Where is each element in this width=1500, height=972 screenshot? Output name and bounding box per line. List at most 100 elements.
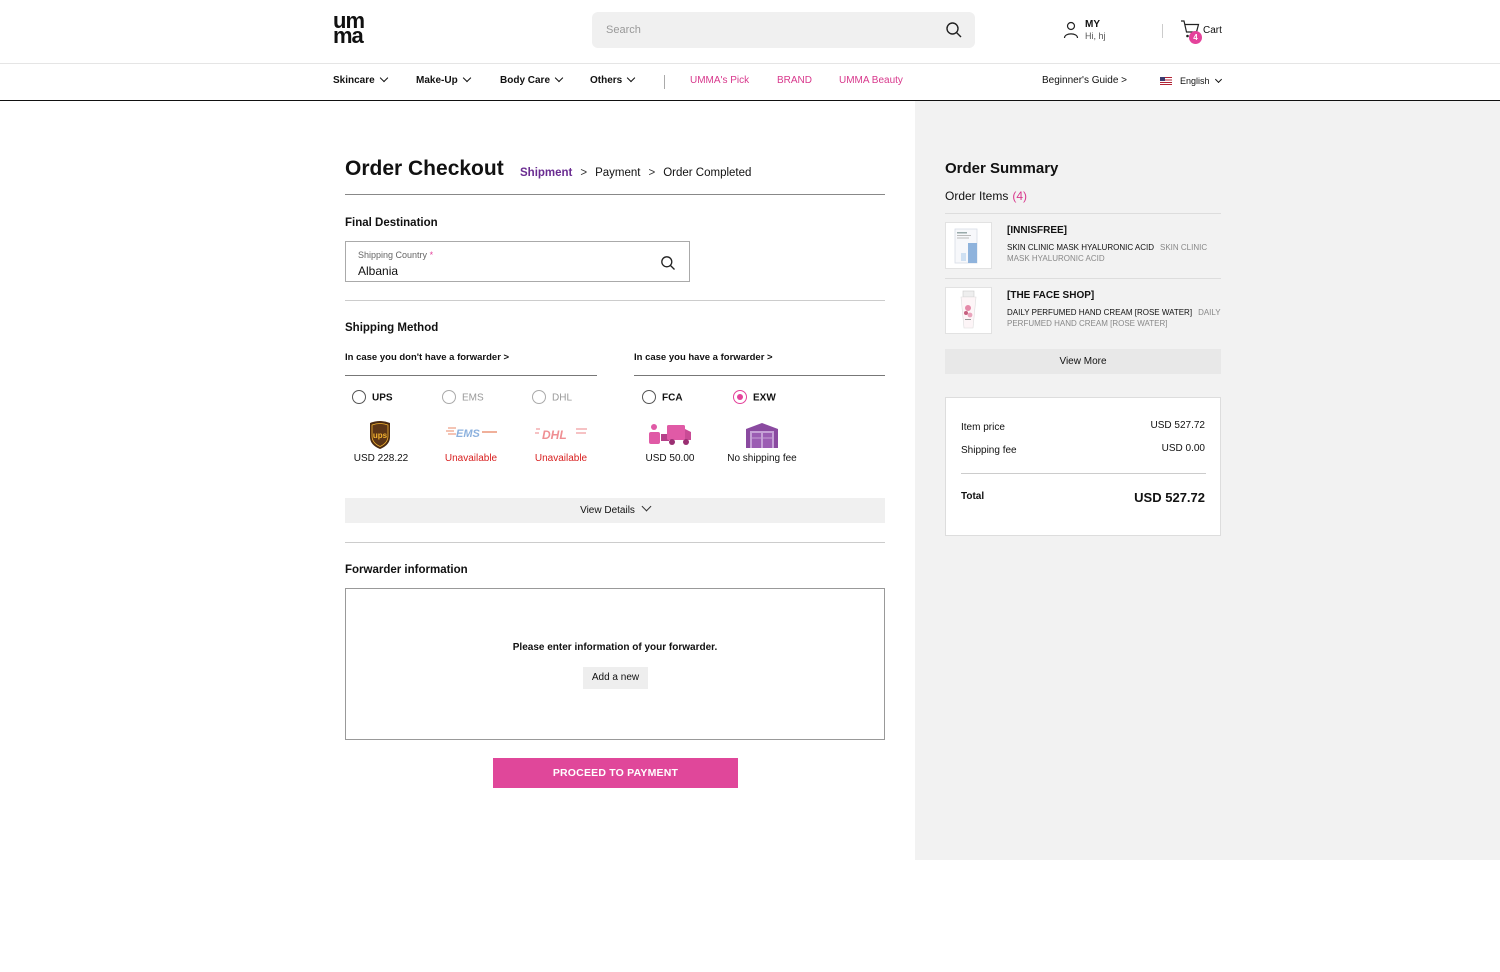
forwarder-info-box: Please enter information of your forward… xyxy=(345,588,885,740)
view-more-button[interactable]: View More xyxy=(945,349,1221,374)
cart-count-badge: 4 xyxy=(1189,31,1202,44)
radio-ems[interactable] xyxy=(442,390,456,404)
title-divider xyxy=(345,194,885,195)
product-thumbnail xyxy=(945,222,992,269)
view-details-label: View Details xyxy=(580,505,635,516)
dhl-status: Unavailable xyxy=(534,453,588,464)
nav-others-label: Others xyxy=(590,75,623,86)
option-dhl[interactable]: DHL xyxy=(532,390,573,407)
exw-price: No shipping fee xyxy=(727,453,797,464)
final-destination-heading: Final Destination xyxy=(345,217,438,229)
fca-price: USD 50.00 xyxy=(645,453,695,464)
fca-truck-icon xyxy=(649,424,691,445)
ups-label: UPS xyxy=(372,392,393,404)
proceed-to-payment-button[interactable]: PROCEED TO PAYMENT xyxy=(493,758,738,788)
shipping-country-field[interactable]: Shipping Country * Albania xyxy=(345,241,690,282)
search-icon[interactable] xyxy=(660,255,676,271)
svg-text:EMS: EMS xyxy=(456,428,481,440)
search-bar xyxy=(592,12,975,48)
chevron-down-icon xyxy=(554,73,564,83)
ems-logo-icon: EMS xyxy=(446,427,497,440)
cart-label: Cart xyxy=(1203,25,1222,36)
page-title: Order Checkout xyxy=(345,157,504,180)
forwarder-info-heading: Forwarder information xyxy=(345,564,468,576)
option-exw[interactable]: EXW xyxy=(733,390,776,407)
shipping-fee-label: Shipping fee xyxy=(961,445,1017,456)
beginners-guide-link[interactable]: Beginner's Guide > xyxy=(1042,75,1127,86)
chevron-down-icon xyxy=(626,73,636,83)
option-ems[interactable]: EMS xyxy=(442,390,484,407)
radio-dhl[interactable] xyxy=(532,390,546,404)
header-divider xyxy=(1162,24,1163,38)
product-title: DAILY PERFUMED HAND CREAM [ROSE WATER] xyxy=(1007,308,1193,317)
product-name: SKIN CLINIC MASK HYALURONIC ACID SKIN CLI… xyxy=(1007,242,1221,264)
nav-divider xyxy=(664,75,665,89)
divider xyxy=(945,213,1221,214)
option-fca[interactable]: FCA xyxy=(642,390,683,407)
search-icon[interactable] xyxy=(945,21,963,39)
cart-button[interactable]: 4 Cart xyxy=(1180,19,1230,45)
hand-cream-product-image xyxy=(960,290,977,329)
chevron-down-icon xyxy=(462,73,471,83)
product-brand: [THE FACE SHOP] xyxy=(1007,290,1095,301)
shipping-country-label-text: Shipping Country xyxy=(358,250,428,260)
product-title: SKIN CLINIC MASK HYALURONIC ACID xyxy=(1007,243,1154,252)
view-details-button[interactable]: View Details xyxy=(345,498,885,523)
ems-status: Unavailable xyxy=(444,453,498,464)
user-icon xyxy=(1063,21,1079,39)
nav-brand[interactable]: BRAND xyxy=(777,75,812,86)
forwarder-link[interactable]: In case you have a forwarder > xyxy=(634,352,773,363)
order-items-label: Order Items xyxy=(945,189,1009,203)
my-label: MY xyxy=(1085,19,1100,30)
nav-skincare[interactable]: Skincare xyxy=(333,73,388,86)
product-thumbnail xyxy=(945,287,992,334)
search-input[interactable] xyxy=(606,12,926,48)
nav-others[interactable]: Others xyxy=(590,73,636,86)
shipping-method-heading: Shipping Method xyxy=(345,322,439,334)
item-price-value: USD 527.72 xyxy=(1150,420,1205,431)
order-summary-title: Order Summary xyxy=(945,160,1059,177)
logo-bottom: ma xyxy=(333,23,364,48)
divider xyxy=(945,278,1221,279)
nav-makeup[interactable]: Make-Up xyxy=(416,73,471,86)
product-brand: [INNISFREE] xyxy=(1007,225,1067,236)
radio-ups[interactable] xyxy=(352,390,366,404)
total-value: USD 527.72 xyxy=(1134,490,1205,505)
section-divider xyxy=(345,542,885,543)
shipping-fee-value: USD 0.00 xyxy=(1161,443,1205,454)
radio-fca[interactable] xyxy=(642,390,656,404)
umma-logo[interactable]: um ma xyxy=(333,10,371,48)
order-item[interactable]: [INNISFREE] SKIN CLINIC MASK HYALURONIC … xyxy=(945,222,1221,270)
forwarder-info-message: Please enter information of your forward… xyxy=(512,642,718,653)
nav-umma-pick[interactable]: UMMA's Pick xyxy=(690,75,749,86)
required-mark: * xyxy=(429,250,434,260)
nav-umma-beauty[interactable]: UMMA Beauty xyxy=(839,75,903,86)
radio-exw[interactable] xyxy=(733,390,747,404)
product-name: DAILY PERFUMED HAND CREAM [ROSE WATER] DA… xyxy=(1007,307,1221,329)
nav-bodycare-label: Body Care xyxy=(500,75,551,86)
exw-warehouse-icon xyxy=(746,423,778,448)
mask-product-image xyxy=(954,228,978,264)
shipping-country-value: Albania xyxy=(358,264,399,278)
add-forwarder-button[interactable]: Add a new xyxy=(583,667,648,689)
ups-logo-icon: ups xyxy=(370,421,390,449)
dhl-label: DHL xyxy=(552,392,573,404)
language-selector[interactable]: English xyxy=(1160,75,1222,86)
site-header: um ma MY Hi, hj 4 Cart xyxy=(0,0,1500,64)
divider xyxy=(961,473,1206,474)
svg-text:ups: ups xyxy=(373,431,388,440)
chevron-down-icon xyxy=(379,73,388,83)
main-nav: Skincare Make-Up Body Care Others UMMA's… xyxy=(0,64,1500,101)
price-summary-box: Item price USD 527.72 Shipping fee USD 0… xyxy=(945,397,1221,536)
ups-price: USD 228.22 xyxy=(353,453,409,464)
checkout-steps: Shipment > Payment > Order Completed xyxy=(520,167,751,179)
no-forwarder-link[interactable]: In case you don't have a forwarder > xyxy=(345,352,509,363)
chevron-down-icon xyxy=(641,501,652,512)
item-price-label: Item price xyxy=(961,422,1005,433)
step-arrow-icon: > xyxy=(648,167,656,179)
forwarder-underline xyxy=(634,375,885,376)
svg-text:DHL: DHL xyxy=(542,428,567,442)
option-ups[interactable]: UPS xyxy=(352,390,393,407)
nav-bodycare[interactable]: Body Care xyxy=(500,73,564,86)
order-item[interactable]: [THE FACE SHOP] DAILY PERFUMED HAND CREA… xyxy=(945,287,1221,335)
